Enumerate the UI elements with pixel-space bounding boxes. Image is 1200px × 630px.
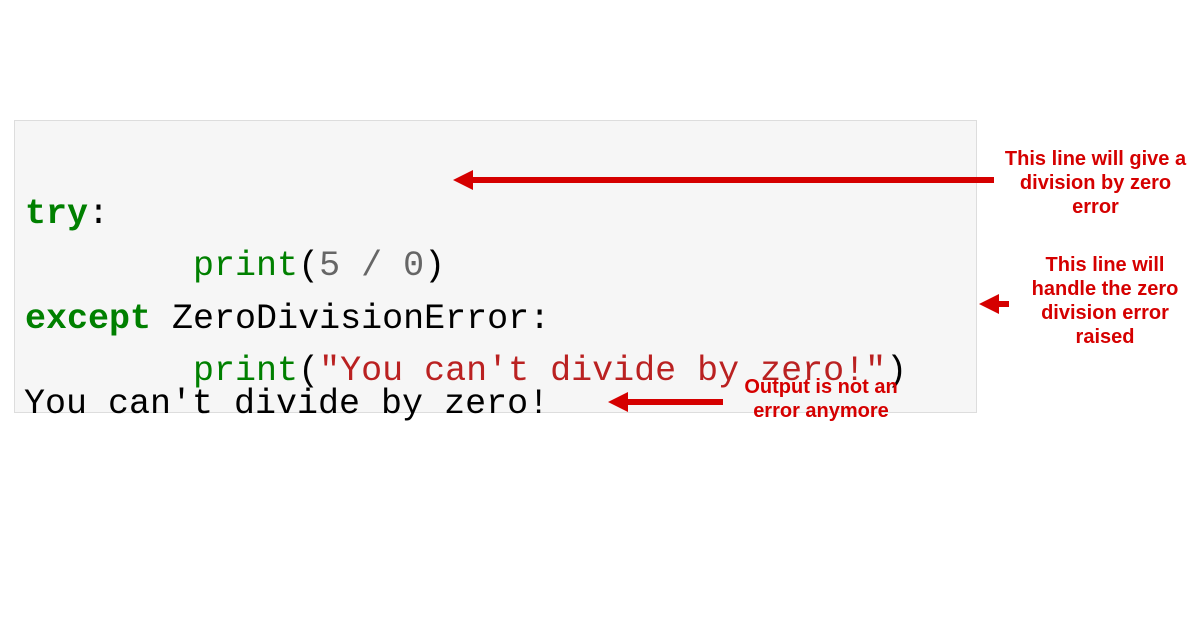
call-print-1: print <box>193 246 298 286</box>
code-line-2: print(5 / 0) <box>25 246 445 286</box>
keyword-except: except <box>25 299 151 339</box>
arrow-1 <box>453 170 993 190</box>
annotation-handle-error: This line will handle the zero division … <box>1015 253 1195 349</box>
code-block: try: print(5 / 0) except ZeroDivisionErr… <box>14 120 977 413</box>
code-line-3: except ZeroDivisionError: <box>25 299 550 339</box>
arrow-left-icon <box>608 392 628 412</box>
program-output: You can't divide by zero! <box>24 384 549 424</box>
annotation-division-error: This line will give a division by zero e… <box>1003 147 1188 219</box>
annotation-output: Output is not an error anymore <box>726 375 916 423</box>
keyword-try: try <box>25 194 88 234</box>
arrow-3 <box>608 392 723 412</box>
arrow-left-icon <box>453 170 473 190</box>
arrow-2 <box>979 294 1009 314</box>
arrow-left-icon <box>979 294 999 314</box>
code-line-1: try: <box>25 194 109 234</box>
exception-name: ZeroDivisionError <box>172 299 529 339</box>
